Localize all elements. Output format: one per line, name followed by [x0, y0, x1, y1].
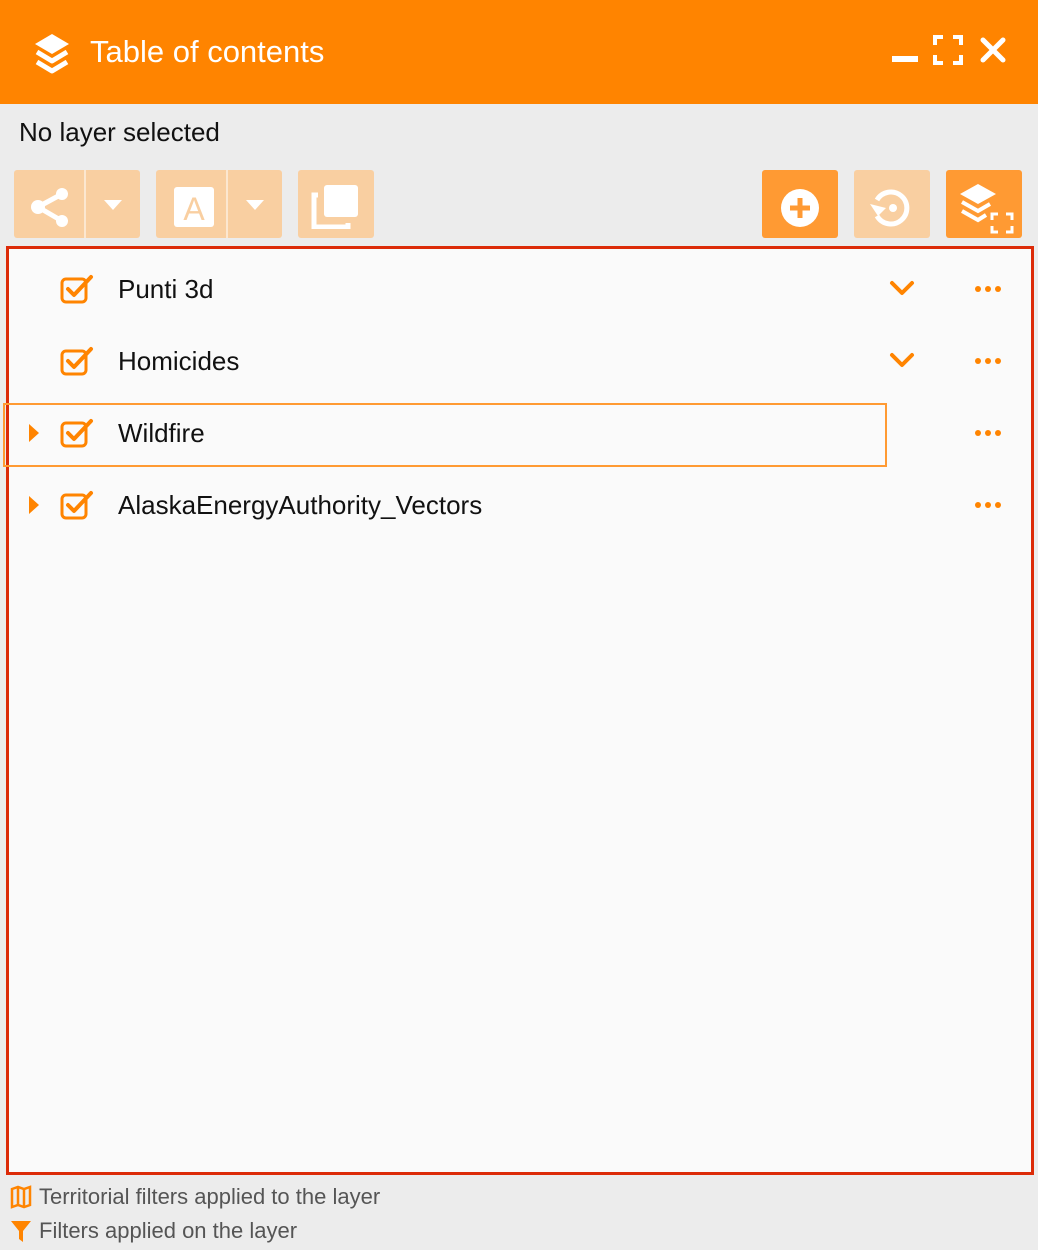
layer-name[interactable]: Punti 3d [118, 273, 213, 305]
layer-visibility-checkbox[interactable] [60, 346, 94, 376]
layer-tree: Punti 3d Homicides Wildfire AlaskaEnergyAut… [3, 246, 1034, 1175]
more-options-icon[interactable] [974, 356, 1002, 366]
layers-expand-icon[interactable] [956, 182, 1018, 234]
more-options-icon[interactable] [974, 500, 1002, 510]
more-options-icon[interactable] [974, 428, 1002, 438]
layer-name[interactable]: AlaskaEnergyAuthority_Vectors [118, 489, 482, 521]
layer-visibility-checkbox[interactable] [60, 274, 94, 304]
more-options-icon[interactable] [974, 284, 1002, 294]
legend-territorial-text: Territorial filters applied to the layer [39, 1184, 381, 1209]
close-icon[interactable] [978, 34, 1008, 66]
chevron-down-icon[interactable] [244, 198, 266, 212]
minimize-icon[interactable] [890, 34, 920, 66]
duplicate-icon[interactable] [310, 183, 362, 229]
chevron-down-icon[interactable] [889, 280, 915, 298]
layer-row[interactable]: Wildfire [3, 403, 1031, 467]
chevron-down-icon[interactable] [102, 198, 124, 212]
svg-text:A: A [183, 191, 205, 227]
expand-caret-icon[interactable] [27, 422, 41, 444]
reset-icon[interactable] [868, 186, 914, 230]
window-title: Table of contents [90, 34, 325, 69]
layers-icon [35, 34, 69, 74]
chevron-down-icon[interactable] [889, 352, 915, 370]
layer-name[interactable]: Homicides [118, 345, 239, 377]
expand-caret-icon[interactable] [27, 494, 41, 516]
share-icon[interactable] [30, 187, 70, 227]
filter-icon [11, 1221, 31, 1242]
layer-row[interactable]: Punti 3d [9, 259, 1031, 319]
layer-visibility-checkbox[interactable] [60, 418, 94, 448]
add-icon[interactable] [780, 188, 820, 228]
layer-row[interactable]: Homicides [9, 331, 1031, 391]
layer-visibility-checkbox[interactable] [60, 490, 94, 520]
legend-filters-text: Filters applied on the layer [39, 1218, 298, 1243]
maximize-icon[interactable] [933, 34, 963, 66]
map-icon [10, 1185, 32, 1209]
layer-name[interactable]: Wildfire [118, 417, 205, 449]
layer-row[interactable]: AlaskaEnergyAuthority_Vectors [9, 475, 1031, 535]
selection-status: No layer selected [19, 117, 220, 147]
label-icon[interactable]: A [173, 186, 215, 228]
